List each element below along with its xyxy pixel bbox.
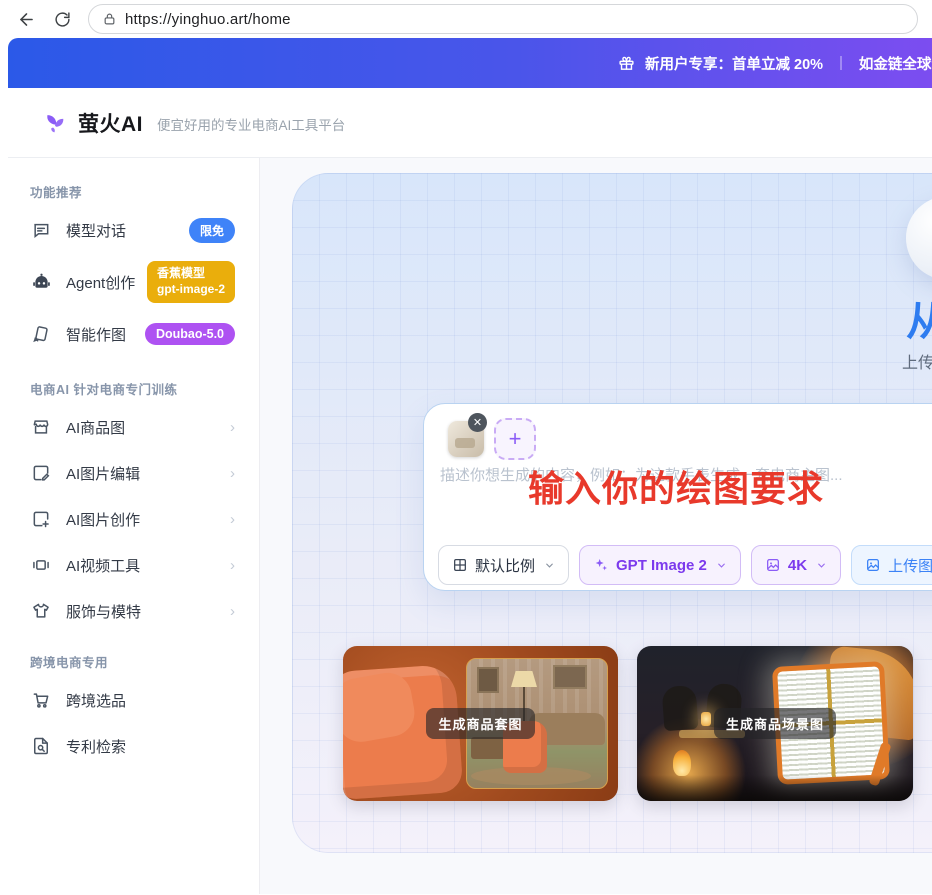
example-card-label: 生成商品套图 (426, 708, 535, 739)
sidebar-item-crossborder-picks[interactable]: 跨境选品 (8, 677, 259, 723)
ratio-label: 默认比例 (475, 557, 536, 575)
sidebar-item-label: 跨境选品 (66, 692, 127, 710)
prompt-composer: ✕ + 描述你想生成的内容，例如：为这款手表生成一套电商主图... 输入你的绘图… (423, 403, 932, 591)
sidebar-item-smart-draw[interactable]: 智能作图 Doubao-5.0 (8, 311, 259, 357)
url-text: https://yinghuo.art/home (125, 10, 291, 28)
sidebar-item-image-create[interactable]: AI图片创作 › (8, 496, 259, 542)
sidebar-item-label: 模型对话 (66, 222, 127, 240)
sidebar-section-title-recommended: 功能推荐 (30, 186, 83, 200)
model-select-button[interactable]: GPT Image 2 (579, 545, 741, 585)
sidebar-item-label: 服饰与模特 (66, 603, 142, 621)
reload-icon[interactable] (52, 9, 72, 29)
sidebar-item-image-edit[interactable]: AI图片编辑 › (8, 450, 259, 496)
chevron-down-icon (544, 560, 555, 571)
sidebar-item-model-chat[interactable]: 模型对话 限免 (8, 207, 259, 253)
sidebar-section-title-crossborder: 跨境电商专用 (30, 656, 109, 670)
hero-panel: 从 上传产 ✕ + 描述你想生成的内容，例如：为这款手表生成一套电商主图... … (292, 173, 932, 853)
image-icon (765, 557, 781, 573)
promo-text-secondary: 如金链全球套 (858, 56, 932, 73)
lock-icon (103, 12, 116, 26)
grid-icon (452, 557, 468, 573)
annotation-text: 输入你的绘图要求 (528, 468, 825, 509)
doubao-badge: Doubao-5.0 (144, 323, 235, 345)
sidebar-item-label: 智能作图 (66, 326, 127, 344)
model-badge-line1: 香蕉模型 (156, 266, 205, 281)
chevron-right-icon: › (230, 418, 235, 436)
robot-icon (30, 271, 52, 293)
chevron-right-icon: › (230, 556, 235, 574)
main-content: 从 上传产 ✕ + 描述你想生成的内容，例如：为这款手表生成一套电商主图... … (260, 158, 932, 894)
resolution-select-button[interactable]: 4K (750, 545, 842, 585)
example-card-product-scene[interactable]: 生成商品场景图 (637, 646, 913, 801)
doc-search-icon (30, 735, 52, 757)
cart-icon (30, 689, 52, 711)
promo-divider: | (839, 55, 843, 71)
browser-toolbar: https://yinghuo.art/home (0, 0, 932, 38)
image-add-icon (30, 508, 52, 530)
tshirt-icon (30, 600, 52, 622)
address-bar[interactable]: https://yinghuo.art/home (88, 4, 918, 34)
example-art-ground (637, 775, 913, 801)
chevron-down-icon (716, 560, 727, 571)
resolution-label: 4K (787, 556, 808, 574)
example-art-person (661, 684, 699, 732)
model-badge-line2: gpt-image-2 (156, 282, 225, 296)
upload-image-button[interactable]: 上传图片 (851, 545, 932, 585)
chevron-right-icon: › (230, 602, 235, 620)
sidebar-item-video-tools[interactable]: AI视频工具 › (8, 542, 259, 588)
sidebar-item-patent-search[interactable]: 专利检索 (8, 723, 259, 769)
chevron-down-icon (816, 560, 827, 571)
promo-text-main: 新用户专享：首单立减 20% (645, 56, 824, 73)
sparkles-icon (593, 557, 609, 573)
ratio-select-button[interactable]: 默认比例 (438, 545, 570, 585)
sidebar-item-label: AI图片创作 (66, 511, 141, 529)
model-badge: 香蕉模型 gpt-image-2 (146, 261, 235, 303)
app-header: 萤火AI 便宜好用的专业电商AI工具平台 (8, 88, 932, 158)
decorative-sphere (906, 196, 932, 280)
free-badge: 限免 (188, 217, 235, 243)
sidebar: 功能推荐 模型对话 限免 Agent创作 香蕉模型 gpt-image-2 智能… (8, 158, 260, 894)
sidebar-item-fashion-model[interactable]: 服饰与模特 › (8, 588, 259, 634)
example-card-label: 生成商品场景图 (713, 708, 836, 739)
brand-name: 萤火AI (78, 112, 143, 136)
hero-subheading: 上传产 (902, 355, 932, 372)
hero-heading: 从 (906, 300, 932, 344)
sidebar-item-label: AI视频工具 (66, 557, 141, 575)
example-art-fire (673, 750, 691, 776)
chat-icon (30, 219, 52, 241)
magic-draw-icon (30, 323, 52, 345)
composer-toolbar: 默认比例 GPT Image 2 4K 上传图 (438, 545, 932, 585)
brand-tagline: 便宜好用的专业电商AI工具平台 (157, 118, 346, 133)
model-label: GPT Image 2 (616, 556, 707, 574)
sidebar-item-product-image[interactable]: AI商品图 › (8, 404, 259, 450)
back-icon[interactable] (16, 9, 36, 29)
chevron-right-icon: › (230, 464, 235, 482)
storefront-icon (30, 416, 52, 438)
sidebar-item-label: 专利检索 (66, 738, 127, 756)
sidebar-item-agent-create[interactable]: Agent创作 香蕉模型 gpt-image-2 (8, 253, 259, 311)
sidebar-section-title-ecommerce: 电商AI 针对电商专门训练 (30, 383, 178, 397)
brand-logo-icon (40, 109, 68, 137)
image-edit-icon (30, 462, 52, 484)
remove-image-icon[interactable]: ✕ (468, 413, 487, 432)
gift-icon (618, 55, 635, 72)
upload-label: 上传图片 (888, 557, 932, 575)
image-upload-icon (865, 557, 881, 573)
add-image-button[interactable]: + (494, 418, 536, 460)
app-window: 新用户专享：首单立减 20% | 如金链全球套 萤火AI 便宜好用的专业电商AI… (8, 38, 932, 895)
sidebar-item-label: AI商品图 (66, 419, 126, 437)
sidebar-item-label: AI图片编辑 (66, 465, 141, 483)
chevron-right-icon: › (230, 510, 235, 528)
video-icon (30, 554, 52, 576)
sidebar-item-label: Agent创作 (66, 274, 136, 292)
example-card-product-set[interactable]: 生成商品套图 (343, 646, 618, 801)
example-art-lantern (701, 712, 711, 726)
promo-banner[interactable]: 新用户专享：首单立减 20% | 如金链全球套 (8, 38, 932, 88)
